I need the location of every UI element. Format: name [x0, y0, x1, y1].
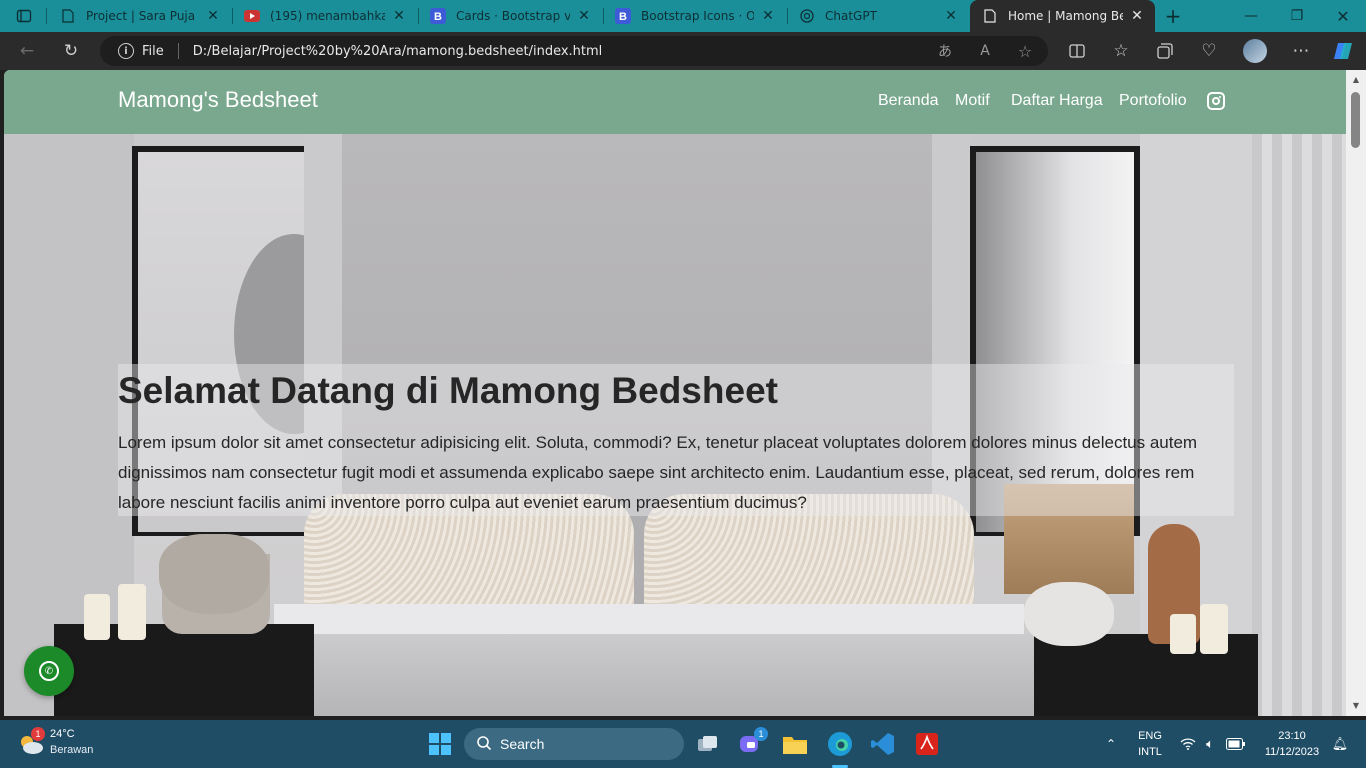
- bootstrap-icon: B: [615, 8, 631, 24]
- info-icon[interactable]: i: [118, 43, 134, 59]
- copilot-icon[interactable]: [1326, 32, 1360, 70]
- scroll-up-arrow-icon[interactable]: ▲: [1346, 72, 1366, 88]
- taskbar-search[interactable]: Search: [464, 728, 684, 760]
- task-view-icon[interactable]: [694, 728, 722, 760]
- weather-condition[interactable]: Berawan: [50, 744, 93, 756]
- search-icon: [476, 735, 492, 754]
- browser-essentials-icon[interactable]: ♡: [1192, 32, 1226, 70]
- browser-tab-strip: Project | Sara Puja Kes ✕ (195) menambah…: [0, 0, 1366, 32]
- notification-bell-icon[interactable]: 🔔︎: [1330, 728, 1350, 760]
- hero-title: Selamat Datang di Mamong Bedsheet: [118, 370, 778, 411]
- collections-icon[interactable]: [1148, 32, 1182, 70]
- close-tab-icon[interactable]: ✕: [760, 8, 776, 24]
- nav-link-portofolio[interactable]: Portofolio: [1119, 92, 1187, 110]
- favorites-icon[interactable]: ☆: [1104, 32, 1138, 70]
- volume-icon[interactable]: 🔈︎: [1200, 728, 1220, 760]
- nav-link-daftar-harga[interactable]: Daftar Harga: [1011, 92, 1103, 110]
- windows-start-icon[interactable]: [424, 728, 456, 760]
- bootstrap-icon: B: [430, 8, 446, 24]
- close-tab-icon[interactable]: ✕: [576, 8, 592, 24]
- document-icon: [60, 8, 76, 24]
- nav-link-beranda[interactable]: Beranda: [878, 92, 939, 110]
- back-arrow-icon[interactable]: ←: [10, 32, 44, 70]
- vscode-icon[interactable]: [868, 728, 898, 760]
- scrollbar-thumb[interactable]: [1351, 92, 1360, 148]
- address-scheme: File: [142, 43, 164, 59]
- battery-icon[interactable]: [1224, 728, 1248, 760]
- page-scrollbar[interactable]: ▲ ▼: [1346, 70, 1366, 716]
- scroll-down-arrow-icon[interactable]: ▼: [1346, 698, 1366, 714]
- svg-text:B: B: [619, 11, 627, 23]
- file-explorer-icon[interactable]: [780, 728, 810, 760]
- browser-toolbar: ← ↻ i File D:/Belajar/Project%20by%20Ara…: [0, 32, 1366, 70]
- tab-separator: [46, 8, 47, 24]
- weather-temperature[interactable]: 24°C: [50, 728, 75, 740]
- tab-title: Home | Mamong Beds: [1008, 9, 1123, 23]
- split-screen-icon[interactable]: [1060, 32, 1094, 70]
- tab-actions-icon[interactable]: [8, 0, 40, 32]
- new-tab-button[interactable]: +: [1150, 0, 1196, 32]
- read-aloud-icon[interactable]: A: [968, 36, 1002, 66]
- site-brand[interactable]: Mamong's Bedsheet: [118, 87, 318, 113]
- youtube-icon: [244, 8, 260, 24]
- more-options-icon[interactable]: ⋯: [1284, 32, 1318, 70]
- tab-youtube[interactable]: (195) menambahkan b ✕: [232, 0, 417, 32]
- site-navbar: Mamong's Bedsheet Beranda Motif Daftar H…: [4, 70, 1346, 134]
- edge-browser-icon[interactable]: [824, 728, 856, 760]
- clock-date[interactable]: 11/12/2023: [1256, 746, 1328, 758]
- profile-avatar[interactable]: [1238, 32, 1272, 70]
- svg-text:B: B: [434, 11, 442, 23]
- refresh-icon[interactable]: ↻: [54, 32, 88, 70]
- minimize-button[interactable]: —: [1228, 0, 1274, 32]
- instagram-icon[interactable]: [1207, 92, 1225, 110]
- restore-button[interactable]: ❐: [1274, 0, 1320, 32]
- tab-bootstrap-cards[interactable]: B Cards · Bootstrap v5.3 ✕: [418, 0, 602, 32]
- favorite-star-icon[interactable]: ☆: [1008, 36, 1042, 66]
- address-url[interactable]: D:/Belajar/Project%20by%20Ara/mamong.bed…: [193, 44, 603, 59]
- tab-title: Cards · Bootstrap v5.3: [456, 9, 570, 23]
- tab-mamong-bedsheet[interactable]: Home | Mamong Beds ✕: [970, 0, 1155, 32]
- document-icon: [982, 8, 998, 24]
- weather-badge: 1: [31, 727, 45, 741]
- page-viewport: Mamong's Bedsheet Beranda Motif Daftar H…: [4, 70, 1346, 716]
- close-window-button[interactable]: ✕: [1320, 0, 1366, 32]
- hero-paragraph: Lorem ipsum dolor sit amet consectetur a…: [118, 433, 1198, 512]
- tab-chatgpt[interactable]: ChatGPT ✕: [787, 0, 969, 32]
- hero-text-box: Selamat Datang di Mamong Bedsheet Lorem …: [118, 364, 1234, 516]
- search-label: Search: [500, 736, 545, 752]
- tab-project-sara[interactable]: Project | Sara Puja Kes ✕: [48, 0, 231, 32]
- chat-badge: 1: [754, 727, 768, 741]
- address-bar[interactable]: i File D:/Belajar/Project%20by%20Ara/mam…: [100, 36, 1048, 66]
- nav-link-motif[interactable]: Motif: [955, 92, 990, 110]
- close-tab-icon[interactable]: ✕: [1129, 8, 1145, 24]
- close-tab-icon[interactable]: ✕: [943, 8, 959, 24]
- show-hidden-icons-chevron-icon[interactable]: ⌃: [1100, 728, 1122, 760]
- tab-title: Bootstrap Icons · Offic: [641, 9, 754, 23]
- close-tab-icon[interactable]: ✕: [391, 8, 407, 24]
- close-tab-icon[interactable]: ✕: [205, 8, 221, 24]
- address-divider: [177, 43, 179, 59]
- tab-title: Project | Sara Puja Kes: [86, 9, 199, 23]
- chatgpt-icon: [799, 8, 815, 24]
- translate-icon[interactable]: あ: [928, 36, 962, 66]
- language-indicator[interactable]: ENG: [1132, 730, 1168, 742]
- acrobat-icon[interactable]: [912, 728, 942, 760]
- taskbar: 1 24°C Berawan Search 1 ⌃ ENG INTL 🔈︎ 23…: [0, 720, 1366, 768]
- whatsapp-button[interactable]: ✆: [24, 646, 74, 696]
- tab-title: ChatGPT: [825, 9, 877, 23]
- wifi-icon[interactable]: [1178, 728, 1198, 760]
- clock-time[interactable]: 23:10: [1256, 730, 1328, 742]
- whatsapp-icon: ✆: [39, 661, 59, 681]
- keyboard-layout-indicator[interactable]: INTL: [1132, 746, 1168, 758]
- tab-bootstrap-icons[interactable]: B Bootstrap Icons · Offic ✕: [603, 0, 786, 32]
- tab-title: (195) menambahkan b: [270, 9, 385, 23]
